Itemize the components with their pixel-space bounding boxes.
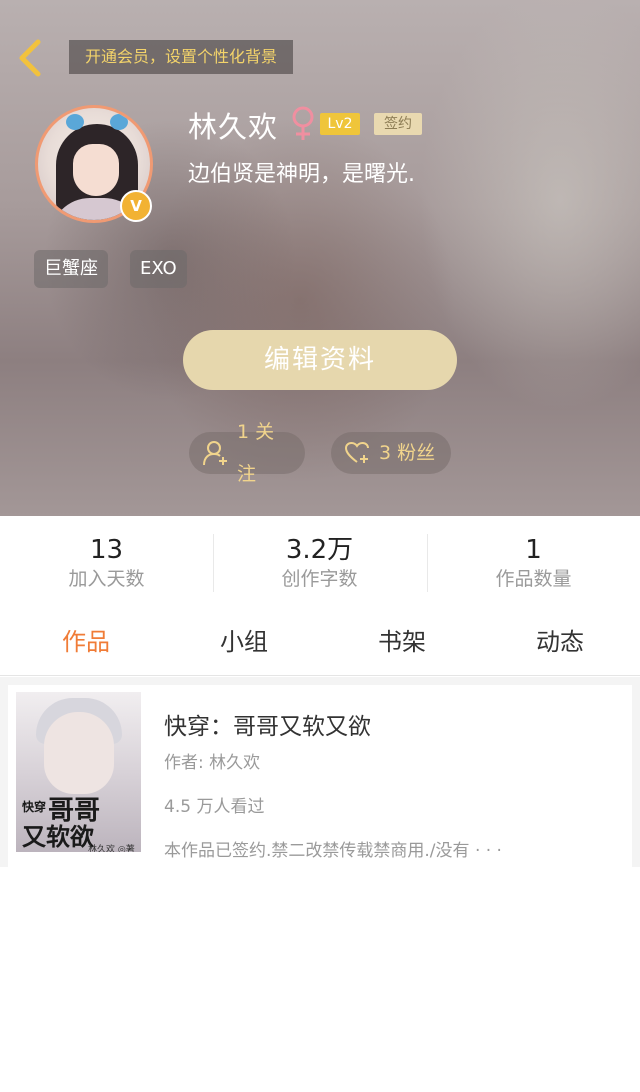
avatar-ear-left: [66, 114, 84, 130]
cover-author: 林久欢 ◎著: [88, 845, 135, 852]
back-button[interactable]: [14, 38, 48, 78]
profile-tabs: 作品 小组 书架 动态: [0, 604, 640, 676]
work-author: 作者: 林久欢: [164, 753, 261, 773]
work-views: 4.5 万人看过: [164, 797, 265, 817]
stats-bar: 13 加入天数 3.2万 创作字数 1 作品数量: [0, 516, 640, 604]
work-card[interactable]: 快穿 哥哥 又软欲 林久欢 ◎著 快穿：哥哥又软又欲 作者: 林久欢 4.5 万…: [8, 685, 632, 867]
tab-bookshelf[interactable]: 书架: [352, 622, 452, 657]
heart-plus-icon: [345, 441, 369, 463]
fans-button[interactable]: 3 粉丝: [331, 432, 451, 474]
stat-join-days: 13 加入天数: [0, 516, 213, 604]
vip-background-banner[interactable]: 开通会员，设置个性化背景: [69, 40, 294, 74]
add-user-icon: [203, 441, 227, 466]
user-bio: 边伯贤是神明，是曙光.: [188, 162, 415, 187]
edit-profile-button[interactable]: 编辑资料: [183, 330, 457, 390]
stat-value: 3.2万: [285, 535, 354, 565]
user-name: 林久欢: [188, 110, 279, 144]
following-label: 1 关注: [237, 421, 275, 485]
stat-works-count: 1 作品数量: [427, 516, 640, 604]
stat-label: 加入天数: [68, 568, 145, 590]
stat-value: 1: [525, 535, 542, 565]
cover-title-line2: 哥哥: [48, 796, 101, 826]
book-cover[interactable]: 快穿 哥哥 又软欲 林久欢 ◎著: [16, 692, 141, 852]
cover-face: [44, 712, 114, 794]
chevron-left-icon: [19, 39, 41, 77]
tab-works[interactable]: 作品: [36, 622, 136, 657]
tag-interest[interactable]: EXO: [130, 250, 187, 288]
verified-badge: V: [120, 190, 152, 222]
work-title[interactable]: 快穿：哥哥又软又欲: [164, 707, 371, 741]
fans-label: 3 粉丝: [379, 442, 436, 464]
female-icon: [292, 106, 314, 140]
following-button[interactable]: 1 关注: [189, 421, 305, 485]
stat-value: 13: [89, 535, 124, 565]
avatar-face: [73, 144, 119, 196]
stat-label: 创作字数: [281, 568, 358, 590]
work-description: 本作品已签约.禁二改禁传载禁商用./没有 · · ·: [164, 841, 502, 861]
tab-groups[interactable]: 小组: [194, 622, 294, 657]
works-list: 快穿 哥哥 又软欲 林久欢 ◎著 快穿：哥哥又软又欲 作者: 林久欢 4.5 万…: [0, 677, 640, 867]
stat-label: 作品数量: [495, 568, 572, 590]
avatar-ear-right: [110, 114, 128, 130]
tab-activity[interactable]: 动态: [510, 622, 610, 657]
signed-badge: 签约: [374, 113, 422, 135]
level-badge: Lv2: [320, 113, 360, 135]
tag-zodiac[interactable]: 巨蟹座: [34, 250, 108, 288]
stat-word-count: 3.2万 创作字数: [213, 516, 426, 604]
profile-header: 开通会员，设置个性化背景 V 林久欢 Lv2 签约 边伯贤是神明，是曙光. 巨蟹…: [0, 0, 640, 516]
